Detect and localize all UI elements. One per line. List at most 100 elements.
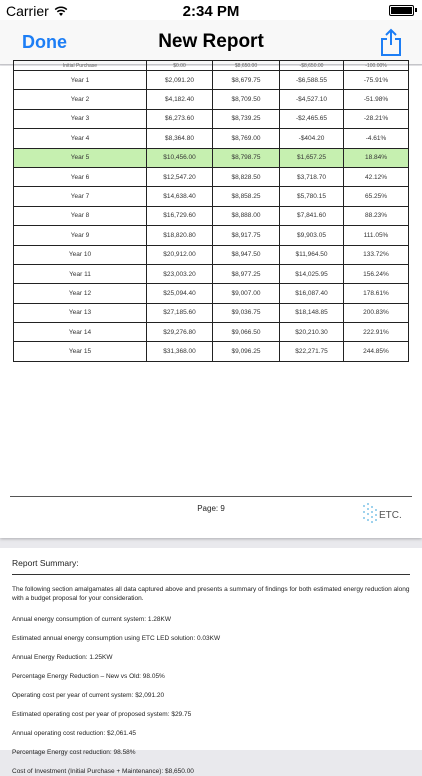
- table-cell: 222.91%: [343, 322, 409, 343]
- status-bar: Carrier 2:34 PM: [0, 0, 422, 20]
- table-cell: $8,888.00: [212, 205, 280, 227]
- table-cell: $23,003.20: [146, 263, 213, 285]
- table-cell: 200.83%: [343, 302, 409, 324]
- table-row: Year 1 $2,091.20 $8,679.75 -$6,588.55 -75.91…: [13, 69, 409, 91]
- table-row: Year 8 $16,729.60 $8,888.00 $7,841.60 88.23%: [13, 205, 409, 227]
- table-cell: 111.05%: [343, 225, 409, 246]
- table-cell: $18,820.80: [146, 225, 213, 246]
- summary-lines: Annual energy consumption of current sys…: [12, 615, 410, 776]
- table-cell: 244.85%: [343, 341, 409, 362]
- share-icon[interactable]: [380, 28, 402, 56]
- summary-divider: [12, 574, 410, 575]
- table-row: Year 13 $27,185.60 $9,036.75 $18,148.85 200.…: [13, 302, 409, 324]
- table-cell: 156.24%: [343, 263, 409, 285]
- page-title: New Report: [158, 31, 264, 52]
- table-cell: $2,091.20: [146, 69, 213, 91]
- battery-icon: [389, 5, 417, 16]
- table-cell: Year 11: [13, 263, 147, 285]
- nav-bar: Done New Report: [0, 20, 422, 65]
- summary-line: Estimated operating cost per year of pro…: [12, 711, 192, 718]
- table-cell: 178.61%: [343, 283, 409, 304]
- table-cell: $27,185.60: [146, 302, 213, 324]
- report-page: Initial Purchase $0.00 $8,650.00 -$8,650…: [0, 60, 422, 538]
- table-cell: $9,036.75: [212, 302, 280, 324]
- table-cell: $20,210.30: [279, 322, 344, 343]
- table-row-partial: Initial Purchase $0.00 $8,650.00 -$8,650…: [13, 60, 409, 71]
- summary-line: Annual energy consumption of current sys…: [12, 616, 171, 623]
- table-cell: Year 7: [13, 186, 147, 207]
- table-row: Year 9 $18,820.80 $8,917.75 $9,903.05 111.05…: [13, 225, 409, 246]
- table-cell: $7,841.60: [279, 205, 344, 227]
- table-cell: Year 12: [13, 283, 147, 304]
- table-cell: Year 15: [13, 341, 147, 362]
- summary-line: Percentage Energy Reduction – New vs Old…: [12, 673, 165, 680]
- table-cell: 133.72%: [343, 244, 409, 265]
- table-cell: $1,657.25: [279, 147, 344, 168]
- table-cell: Year 8: [13, 205, 147, 227]
- table-row: Year 6 $12,547.20 $8,828.50 $3,718.70 42.12%: [13, 166, 409, 188]
- table-cell: $31,368.00: [146, 341, 213, 362]
- table-cell: 42.12%: [343, 166, 409, 188]
- table-cell: -51.98%: [343, 89, 409, 110]
- table-cell: $9,903.05: [279, 225, 344, 246]
- table-cell: $8,709.50: [212, 89, 280, 110]
- table-cell: Year 13: [13, 302, 147, 324]
- table-cell: -100.00%: [343, 60, 409, 71]
- table-cell: -$8,650.00: [279, 60, 344, 71]
- table-cell: $18,148.85: [279, 302, 344, 324]
- table-cell: 88.23%: [343, 205, 409, 227]
- summary-line: Estimated annual energy consumption usin…: [12, 635, 221, 642]
- table-cell: $14,638.40: [146, 186, 213, 207]
- table-cell: $20,912.00: [146, 244, 213, 265]
- table-row: Year 7 $14,638.40 $8,858.25 $5,780.15 65.25%: [13, 186, 409, 207]
- table-cell: Year 4: [13, 128, 147, 149]
- table-row: Year 15 $31,368.00 $9,096.25 $22,271.75 244.…: [13, 341, 409, 362]
- svg-text:ETC.: ETC.: [379, 510, 402, 521]
- table-cell: $8,977.25: [212, 263, 280, 285]
- table-cell: $10,456.00: [146, 147, 213, 168]
- table-cell: $8,769.00: [212, 128, 280, 149]
- table-cell: 65.25%: [343, 186, 409, 207]
- table-cell: 18.84%: [343, 147, 409, 168]
- table-row: Year 10 $20,912.00 $8,947.50 $11,964.50 133.…: [13, 244, 409, 265]
- table-row: Year 5 $10,456.00 $8,798.75 $1,657.25 18.84%: [13, 147, 409, 168]
- summary-line: Annual operating cost reduction: $2,061.…: [12, 730, 136, 737]
- etc-logo: ETC.: [363, 503, 402, 523]
- table-cell: $8,828.50: [212, 166, 280, 188]
- table-cell: Year 2: [13, 89, 147, 110]
- table-cell: $8,739.25: [212, 108, 280, 130]
- table-row: Year 2 $4,182.40 $8,709.50 -$4,527.10 -51.98…: [13, 89, 409, 110]
- table-row: Year 4 $8,364.80 $8,769.00 -$404.20 -4.61%: [13, 128, 409, 149]
- table-cell: $9,007.00: [212, 283, 280, 304]
- summary-title: Report Summary:: [12, 558, 79, 568]
- table-cell: Initial Purchase: [13, 60, 147, 71]
- table-cell: -4.61%: [343, 128, 409, 149]
- table-cell: -$404.20: [279, 128, 344, 149]
- table-cell: $25,094.40: [146, 283, 213, 304]
- table-cell: Year 6: [13, 166, 147, 188]
- table-cell: $8,917.75: [212, 225, 280, 246]
- table-cell: $29,276.80: [146, 322, 213, 343]
- table-cell: $8,947.50: [212, 244, 280, 265]
- summary-line: Annual Energy Reduction: 1.25KW: [12, 654, 113, 661]
- table-row: Year 11 $23,003.20 $8,977.25 $14,025.95 156.…: [13, 263, 409, 285]
- report-summary: Report Summary: The following section am…: [0, 548, 422, 775]
- table-cell: $9,096.25: [212, 341, 280, 362]
- table-cell: -28.21%: [343, 108, 409, 130]
- table-cell: $16,729.60: [146, 205, 213, 227]
- table-cell: -$6,588.55: [279, 69, 344, 91]
- table-cell: $8,798.75: [212, 147, 280, 168]
- table-cell: Year 3: [13, 108, 147, 130]
- table-cell: $3,718.70: [279, 166, 344, 188]
- table-cell: -$4,527.10: [279, 89, 344, 110]
- table-cell: $12,547.20: [146, 166, 213, 188]
- table-cell: $8,679.75: [212, 69, 280, 91]
- table-cell: $0.00: [146, 60, 213, 71]
- table-cell: $22,271.75: [279, 341, 344, 362]
- table-cell: -75.91%: [343, 69, 409, 91]
- table-row: Year 14 $29,276.80 $9,066.50 $20,210.30 222.…: [13, 322, 409, 343]
- table-cell: -$2,465.65: [279, 108, 344, 130]
- table-cell: $6,273.60: [146, 108, 213, 130]
- table-cell: Year 9: [13, 225, 147, 246]
- page-footer-divider: [10, 496, 412, 497]
